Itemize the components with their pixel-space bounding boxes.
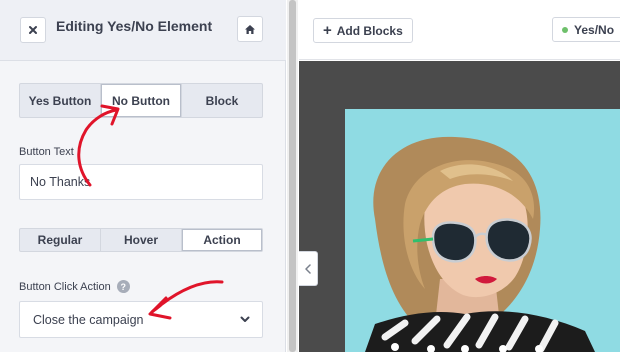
panel-header: Editing Yes/No Element	[0, 0, 286, 61]
button-type-tabs: Yes Button No Button Block	[19, 83, 263, 118]
button-state-tabs: Regular Hover Action	[19, 228, 263, 252]
chevron-down-icon	[240, 316, 250, 322]
tab-no-button[interactable]: No Button	[101, 84, 182, 117]
panel-title: Editing Yes/No Element	[56, 18, 213, 34]
campaign-image	[345, 109, 620, 352]
tab-action[interactable]: Action	[182, 229, 262, 251]
yesno-view-label: Yes/No	[574, 22, 615, 37]
click-action-label: Button Click Action	[19, 280, 111, 293]
tab-regular[interactable]: Regular	[20, 229, 101, 251]
panel-scrollbar[interactable]	[287, 0, 298, 352]
tab-yes-button[interactable]: Yes Button	[20, 84, 101, 117]
click-action-label-row: Button Click Action ?	[19, 280, 130, 293]
click-action-select[interactable]: Close the campaign	[19, 301, 263, 338]
chevron-left-icon	[305, 263, 311, 274]
close-icon	[29, 26, 37, 34]
button-text-label: Button Text	[19, 146, 74, 158]
status-dot-icon	[562, 26, 568, 33]
plus-icon: +	[323, 21, 332, 39]
add-blocks-button[interactable]: + Add Blocks	[313, 18, 413, 43]
help-icon[interactable]: ?	[116, 280, 130, 293]
add-blocks-label: Add Blocks	[336, 23, 403, 38]
close-button[interactable]	[20, 17, 46, 43]
button-text-input[interactable]	[19, 164, 263, 200]
tab-block[interactable]: Block	[182, 84, 262, 117]
scrollbar-thumb[interactable]	[289, 0, 296, 352]
yesno-view-tab[interactable]: Yes/No	[552, 17, 620, 42]
builder-toolbar: + Add Blocks Yes/No	[299, 0, 620, 60]
collapse-panel-button[interactable]	[299, 251, 318, 286]
editor-panel: Editing Yes/No Element Yes Button No But…	[0, 0, 286, 352]
click-action-value: Close the campaign	[33, 312, 144, 327]
home-icon	[245, 24, 255, 34]
home-button[interactable]	[237, 16, 263, 42]
woman-portrait-image	[365, 136, 595, 352]
tab-hover[interactable]: Hover	[101, 229, 182, 251]
